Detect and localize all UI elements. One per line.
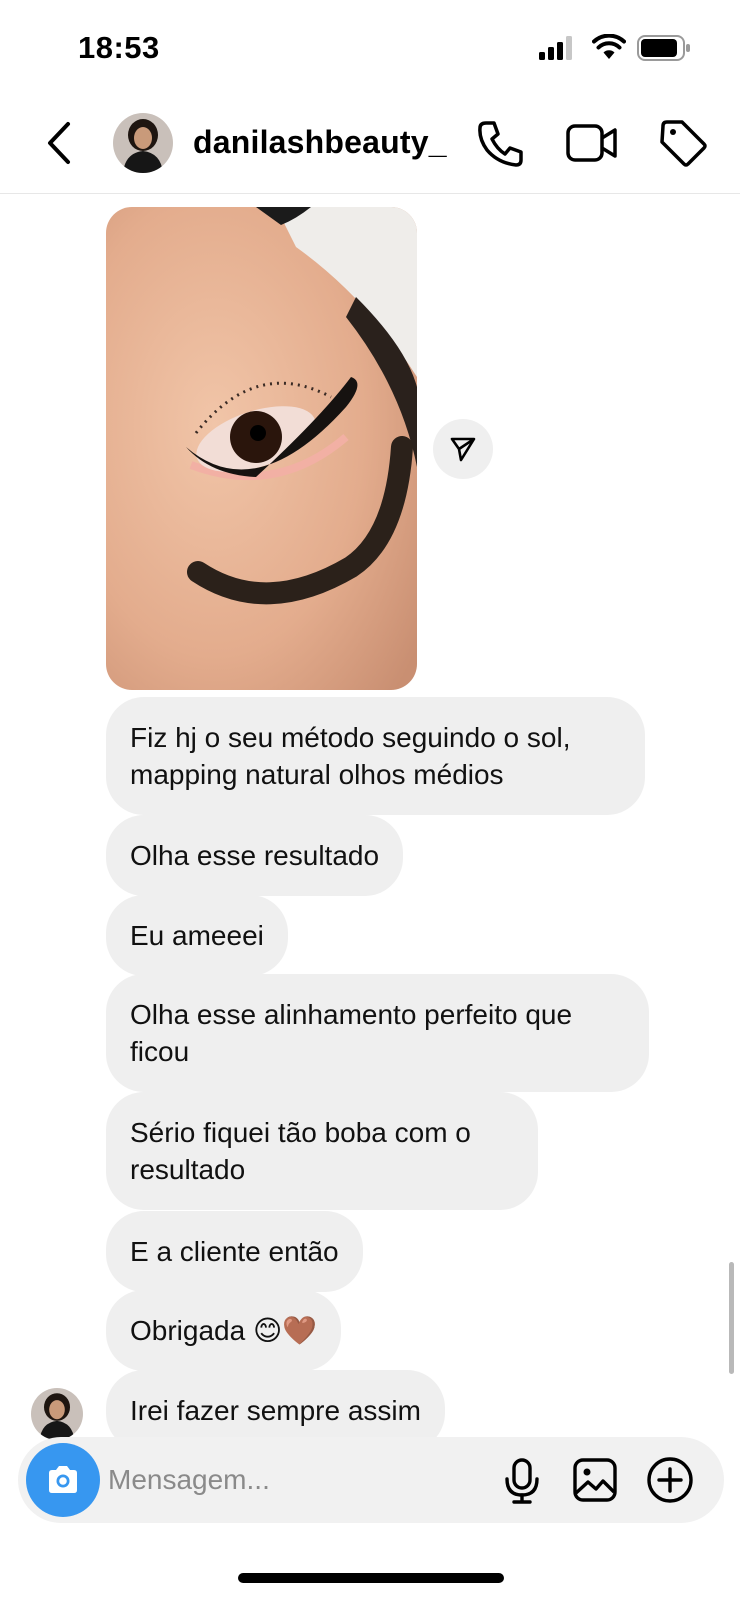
tag-button[interactable] [658, 118, 708, 168]
message-bubble[interactable]: Eu ameeei [106, 895, 288, 976]
message-bubble[interactable]: Olha esse alinhamento perfeito que ficou [106, 974, 649, 1092]
battery-icon [637, 35, 691, 61]
dm-screen: 18:53 danilashbeauty_ Fiz hj o seu métod… [0, 0, 740, 1600]
image-message[interactable] [106, 207, 417, 690]
contact-username[interactable]: danilashbeauty_ [193, 124, 447, 161]
message-bubble[interactable]: E a cliente então [106, 1211, 363, 1292]
chat-header: danilashbeauty_ [0, 96, 740, 194]
message-input[interactable] [108, 1457, 468, 1503]
wifi-icon [592, 34, 626, 60]
contact-avatar[interactable] [113, 113, 173, 173]
message-bubble[interactable]: Sério fiquei tão boba com o resultado [106, 1092, 538, 1210]
camera-icon [45, 1464, 81, 1496]
paper-plane-icon [449, 435, 477, 463]
more-options-button[interactable] [646, 1456, 694, 1504]
sender-avatar[interactable] [31, 1388, 83, 1440]
message-bubble[interactable]: Fiz hj o seu método seguindo o sol, mapp… [106, 697, 645, 815]
message-bubble[interactable]: Olha esse resultado [106, 815, 404, 896]
voice-call-button[interactable] [476, 118, 524, 168]
home-indicator[interactable] [238, 1573, 504, 1583]
tag-icon [658, 118, 708, 168]
back-button[interactable] [40, 118, 80, 168]
cellular-signal-icon [539, 36, 577, 60]
microphone-icon [500, 1457, 544, 1505]
voice-message-button[interactable] [500, 1457, 544, 1505]
phone-icon [476, 118, 524, 168]
share-image-button[interactable] [433, 419, 493, 479]
message-bubble[interactable]: Obrigada 😊🤎 [106, 1290, 342, 1371]
plus-circle-icon [646, 1456, 694, 1504]
video-call-button[interactable] [566, 122, 618, 164]
status-time: 18:53 [78, 30, 160, 65]
gallery-button[interactable] [572, 1457, 618, 1503]
message-composer [18, 1437, 724, 1523]
scrollbar[interactable] [729, 1262, 734, 1374]
status-bar: 18:53 [0, 0, 740, 96]
back-chevron-icon [40, 118, 80, 168]
gallery-icon [572, 1457, 618, 1503]
camera-button[interactable] [26, 1443, 100, 1517]
video-camera-icon [566, 122, 618, 164]
